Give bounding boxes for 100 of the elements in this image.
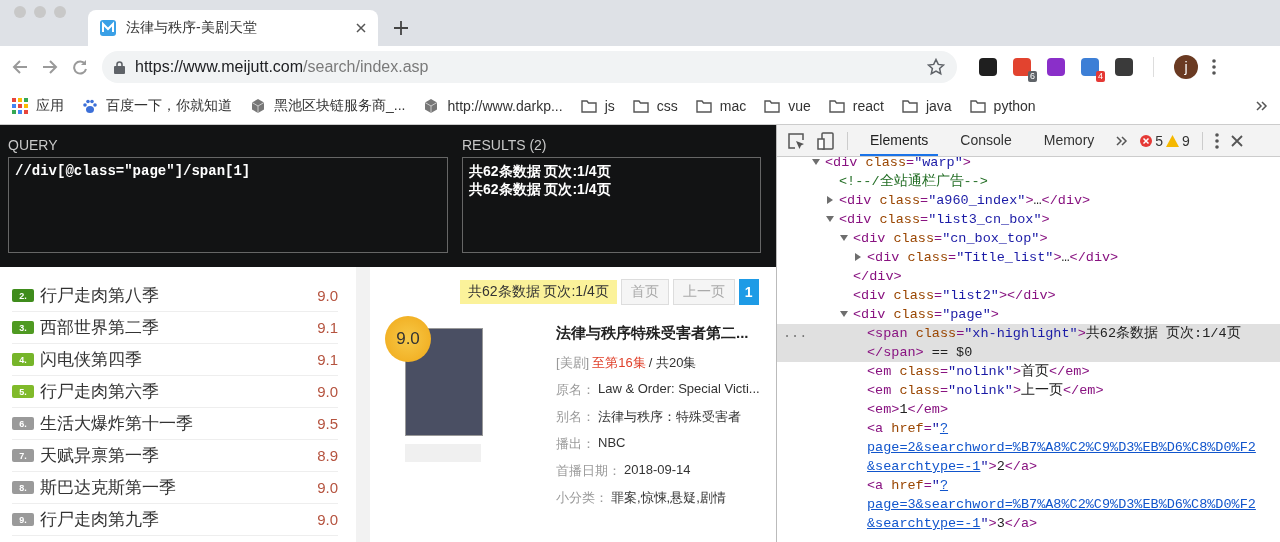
bookmark-item[interactable]: mac [695, 98, 747, 114]
disclosure-triangle-icon[interactable] [840, 311, 848, 317]
rank-badge: 3. [12, 321, 34, 334]
query-label: QUERY [8, 137, 59, 153]
disclosure-triangle-icon[interactable] [826, 216, 834, 222]
show-title-link[interactable]: 行尸走肉第九季 [40, 508, 312, 531]
show-score: 9.1 [317, 319, 338, 336]
folder-icon [901, 98, 918, 114]
show-title-link[interactable]: 生活大爆炸第十一季 [40, 412, 312, 435]
close-icon[interactable] [1230, 134, 1243, 147]
code-line[interactable]: <em>1</em> [777, 400, 1280, 419]
extension-icon[interactable] [1047, 58, 1065, 76]
more-tabs-icon[interactable] [1116, 134, 1129, 147]
browser-tab[interactable]: 法律与秩序-美剧天堂 [88, 10, 378, 46]
code-line[interactable]: <div class="a960_index">…</div> [777, 191, 1280, 210]
device-toolbar-icon[interactable] [817, 131, 835, 150]
extension-badge: 4 [1096, 71, 1105, 82]
show-score: 9.5 [317, 415, 338, 432]
close-icon[interactable] [356, 23, 366, 33]
show-score: 9.0 [317, 511, 338, 528]
code-line[interactable]: <em class="nolink">上一页</em> [777, 381, 1280, 400]
bookmark-item[interactable]: http://www.darkp... [423, 98, 563, 114]
bookmark-item[interactable]: 黑池区块链服务商_... [250, 97, 406, 115]
bookmark-item[interactable]: js [580, 98, 615, 114]
show-title-link[interactable]: 西部世界第二季 [40, 316, 312, 339]
menu-icon[interactable] [1212, 59, 1216, 75]
more-options-icon[interactable] [1214, 132, 1219, 149]
episode-info-text: [美剧] [556, 354, 590, 372]
folder-icon [764, 98, 781, 114]
new-tab-icon[interactable] [394, 21, 408, 35]
code-line[interactable]: <div class="warp"> [777, 153, 1280, 172]
query-input[interactable]: //div[@class="page"]/span[1] [8, 157, 448, 253]
reload-icon[interactable] [72, 59, 88, 75]
field-label: 首播日期： [556, 462, 621, 480]
bookmark-item[interactable]: java [901, 98, 952, 114]
rank-badge: 8. [12, 481, 34, 494]
warning-count: 9 [1182, 132, 1190, 149]
code-line[interactable]: <em class="nolink">首页</em> [777, 362, 1280, 381]
bookmark-item[interactable]: 百度一下，你就知道 [82, 97, 232, 115]
code-line[interactable]: page=2&searchword=%B7%A8%C2%C9%D3%EB%D6%C8%D0%F2 [777, 438, 1280, 457]
code-line[interactable]: <div class="list2"></div> [777, 286, 1280, 305]
bookmark-item[interactable]: vue [764, 98, 811, 114]
more-bookmarks-icon[interactable] [1256, 100, 1268, 112]
code-line[interactable]: &searchtype=-1">2</a> [777, 457, 1280, 476]
rank-badge: 2. [12, 289, 34, 302]
code-line[interactable]: &searchtype=-1">3</a> [777, 514, 1280, 533]
code-line[interactable]: <!--/全站通栏广告--> [777, 172, 1280, 191]
code-line[interactable]: <div class="Title_list">…</div> [777, 248, 1280, 267]
bookmark-item[interactable]: react [828, 98, 884, 114]
episode-info-text: / 共20集 [648, 354, 697, 372]
code-line[interactable]: <a href="? [777, 476, 1280, 495]
devtools-tab[interactable]: Console [950, 125, 1022, 156]
folder-icon [580, 98, 597, 114]
disclosure-triangle-icon[interactable] [812, 159, 820, 165]
bookmark-item[interactable]: 应用 [12, 97, 64, 115]
code-line[interactable]: page=3&searchword=%B7%A8%C2%C9%D3%EB%D6%C8%D0%F2 [777, 495, 1280, 514]
forward-arrow-icon[interactable] [42, 59, 58, 75]
show-score: 8.9 [317, 447, 338, 464]
show-title-link[interactable]: 行尸走肉第六季 [40, 380, 312, 403]
address-bar[interactable]: https://www.meijutt.com/search/index.asp [102, 51, 957, 83]
field-value: 法律与秩序：特殊受害者 [598, 408, 741, 426]
disclosure-triangle-icon[interactable] [855, 253, 861, 261]
results-label: RESULTS (2) [462, 137, 548, 153]
back-arrow-icon[interactable] [12, 59, 28, 75]
rank-badge: 6. [12, 417, 34, 430]
show-title-link[interactable]: 闪电侠第四季 [40, 348, 312, 371]
field-value: 罪案,惊悚,悬疑,剧情 [611, 489, 726, 507]
disclosure-triangle-icon[interactable] [827, 196, 833, 204]
url-text: https://www.meijutt.com/search/index.asp [135, 58, 430, 76]
field-label: 原名： [556, 381, 595, 399]
extension-icon[interactable] [979, 58, 997, 76]
code-line[interactable]: <div class="page"> [777, 305, 1280, 324]
code-line[interactable]: </div> [777, 267, 1280, 286]
show-score: 9.1 [317, 351, 338, 368]
extension-icon[interactable] [1013, 58, 1031, 76]
rank-badge: 7. [12, 449, 34, 462]
show-score: 9.0 [317, 287, 338, 304]
devtools-tab[interactable]: Memory [1033, 125, 1105, 156]
star-icon[interactable] [927, 58, 945, 76]
error-count: 5 [1155, 132, 1164, 149]
code-line[interactable]: <a href="? [777, 419, 1280, 438]
paw-icon [82, 98, 98, 114]
error-icon [1140, 134, 1153, 147]
inspect-element-icon[interactable] [787, 131, 805, 150]
bookmark-item[interactable]: python [969, 98, 1036, 114]
code-line[interactable]: <div class="cn_box_top"> [777, 229, 1280, 248]
site-favicon-icon [100, 20, 116, 36]
show-title-link[interactable]: 斯巴达克斯第一季 [40, 476, 312, 499]
extension-icon[interactable] [1115, 58, 1133, 76]
code-line[interactable]: <div class="list3_cn_box"> [777, 210, 1280, 229]
rank-badge: 5. [12, 385, 34, 398]
profile-avatar[interactable]: j [1174, 55, 1198, 79]
show-title-link[interactable]: 行尸走肉第八季 [40, 284, 312, 307]
field-label: 播出： [556, 435, 595, 453]
disclosure-triangle-icon[interactable] [840, 235, 848, 241]
bookmark-item[interactable]: css [632, 98, 678, 114]
tab-title: 法律与秩序-美剧天堂 [126, 19, 258, 37]
result-title-link[interactable]: 法律与秩序特殊受害者第二... [556, 324, 760, 343]
devtools-tab[interactable]: Elements [860, 125, 939, 156]
show-title-link[interactable]: 天赋异禀第一季 [40, 444, 312, 467]
